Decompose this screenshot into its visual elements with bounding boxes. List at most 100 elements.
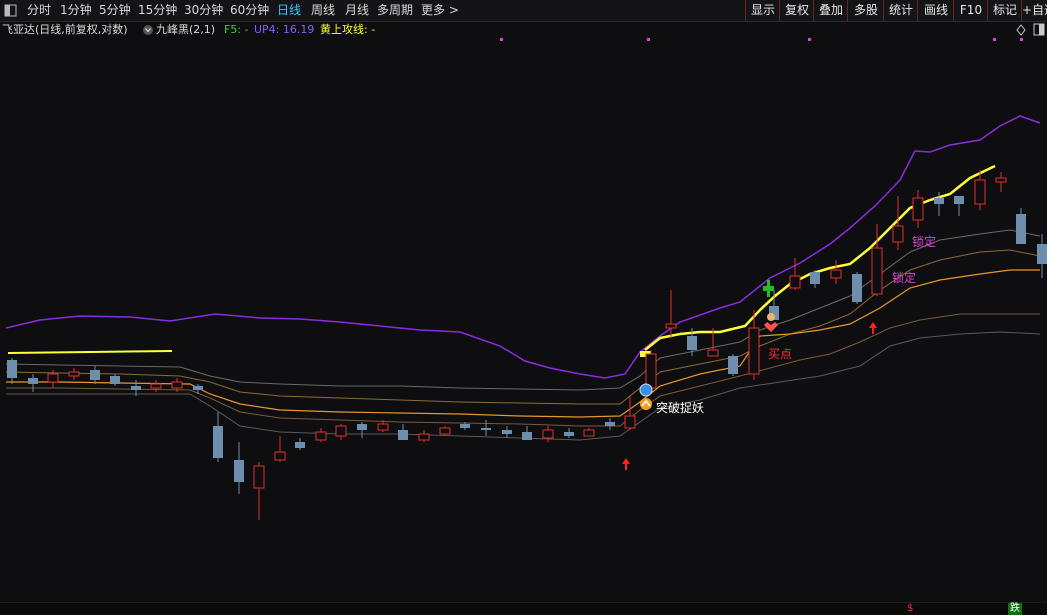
mark-button[interactable]: 标记 [987, 0, 1022, 21]
candle-body [830, 269, 842, 279]
candle-body [481, 428, 491, 430]
period-tab-fenshi[interactable]: 分时 [27, 0, 51, 21]
up4-value: UP4: 16.19 [254, 23, 315, 36]
money-bag-icon [767, 313, 775, 321]
display-button[interactable]: 显示 [745, 0, 780, 21]
candle-body [234, 460, 244, 482]
candle-body [974, 179, 986, 205]
candle-body [707, 349, 719, 357]
candle-body [90, 370, 100, 380]
candle-body [687, 336, 697, 350]
add-watchlist-button[interactable]: +自选 [1021, 0, 1047, 21]
candle-body [131, 386, 141, 390]
candle-body [522, 432, 532, 440]
candle-body [418, 433, 430, 441]
candle-body [789, 275, 801, 289]
up-arrow-icon [622, 458, 630, 470]
candle-body [28, 378, 38, 384]
candle-body [542, 429, 554, 439]
stock-title: 飞亚达(日线,前复权,对数) [2, 23, 128, 36]
f5-value: F5: - [224, 23, 249, 36]
candle-body [912, 197, 924, 221]
candle-body [377, 423, 389, 431]
candle-body [274, 451, 286, 461]
fall-marker: 跌 [1008, 603, 1022, 615]
candle-body [193, 386, 203, 390]
indicator-dropdown-icon[interactable] [142, 22, 154, 38]
f10-button[interactable]: F10 [953, 0, 988, 21]
indicator-name[interactable]: 九峰黑(2,1) [156, 22, 215, 38]
candlesticks [7, 170, 1047, 520]
heart-icon [764, 322, 778, 332]
candle-body [748, 327, 760, 375]
candle-body [892, 225, 904, 243]
period-tab-weekly[interactable]: 周线 [311, 0, 335, 21]
candle-body [954, 196, 964, 204]
dollar-marker: $ [907, 603, 914, 614]
panel-toggle-icon[interactable] [4, 0, 18, 21]
breakout-label: 突破捉妖 [656, 400, 704, 415]
candle-body [171, 381, 183, 389]
lock-label-1: 锁定 [912, 234, 936, 249]
candle-body [335, 425, 347, 437]
candle-body [564, 432, 574, 436]
period-tab-multi[interactable]: 多周期 [377, 0, 413, 21]
lock-label-2: 锁定 [892, 270, 916, 285]
period-tab-more[interactable]: 更多 > [421, 0, 459, 21]
candle-body [995, 177, 1007, 183]
candle-body [47, 373, 59, 383]
candle-body [502, 430, 512, 434]
multi-stock-button[interactable]: 多股 [847, 0, 884, 21]
candle-body [253, 465, 265, 489]
candle-body [7, 360, 17, 378]
period-tab-60min[interactable]: 60分钟 [230, 0, 269, 21]
candle-body [1016, 214, 1026, 244]
collapse-icon[interactable] [1033, 22, 1045, 38]
candle-body [665, 323, 677, 329]
candle-body [852, 274, 862, 302]
adjust-button[interactable]: 复权 [779, 0, 814, 21]
candle-body [583, 429, 595, 437]
candle-body [213, 426, 223, 458]
candle-body [295, 442, 305, 448]
period-tab-5min[interactable]: 5分钟 [99, 0, 131, 21]
up-arrow-icon [869, 322, 877, 334]
period-tab-30min[interactable]: 30分钟 [184, 0, 223, 21]
band-lines [5, 229, 1041, 441]
candle-body [1037, 244, 1047, 264]
bottom-bar: $ 跌 [0, 602, 1047, 615]
signal-icons [622, 280, 877, 470]
overlay-button[interactable]: 叠加 [813, 0, 848, 21]
stats-button[interactable]: 统计 [883, 0, 918, 21]
indicator-legend: 飞亚达(日线,前复权,对数) 九峰黑(2,1) F5: - UP4: 16.19… [0, 22, 1047, 38]
candle-body [810, 272, 820, 284]
breakout-ball-icon [639, 383, 653, 397]
yellow-left-line [7, 350, 173, 354]
candle-body [624, 415, 636, 429]
kline-chart[interactable]: 突破捉妖 锁定 锁定 买点 [0, 38, 1047, 602]
period-tab-15min[interactable]: 15分钟 [138, 0, 177, 21]
period-tab-monthly[interactable]: 月线 [345, 0, 369, 21]
buy-point-label: 买点 [768, 347, 792, 361]
candle-body [398, 430, 408, 440]
top-toolbar: 分时 1分钟 5分钟 15分钟 30分钟 60分钟 日线 周线 月线 多周期 更… [0, 0, 1047, 22]
huang-value: 黄上攻线: - [320, 23, 376, 36]
candle-body [315, 431, 327, 441]
diamond-icon[interactable] [1015, 22, 1027, 38]
candle-body [68, 371, 80, 377]
candle-body [605, 422, 615, 426]
draw-button[interactable]: 画线 [917, 0, 954, 21]
candle-body [934, 198, 944, 204]
candle-body [110, 376, 120, 384]
candle-body [871, 247, 883, 295]
candle-body [150, 383, 162, 389]
yellow-attack-line [644, 164, 996, 351]
candle-body [357, 424, 367, 430]
purple-band-line [5, 115, 1041, 379]
candle-body [460, 424, 470, 428]
top-markers [500, 38, 1023, 41]
period-tab-1min[interactable]: 1分钟 [60, 0, 92, 21]
candle-body [439, 427, 451, 435]
period-tab-daily[interactable]: 日线 [277, 0, 301, 21]
candle-body [645, 353, 657, 389]
